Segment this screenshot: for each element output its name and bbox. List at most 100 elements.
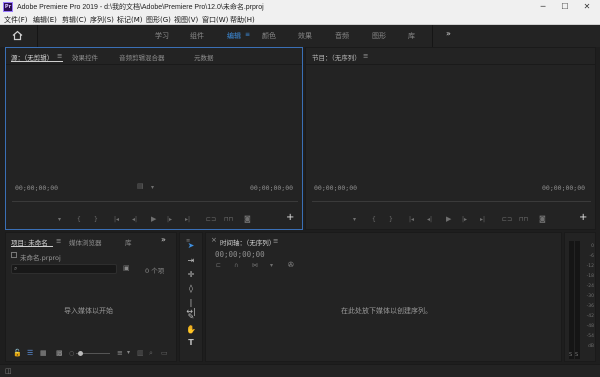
menu-help[interactable]: 帮助(H) bbox=[230, 15, 255, 25]
camera-icon[interactable]: ◙ bbox=[539, 215, 546, 223]
mark-out-icon[interactable]: } bbox=[389, 216, 393, 223]
source-timecode-current[interactable]: 00;00;00;00 bbox=[15, 184, 58, 192]
go-to-in-icon[interactable]: |◂ bbox=[409, 216, 414, 223]
time-ruler[interactable] bbox=[312, 201, 591, 202]
insert-icon[interactable]: ⊏⊐ bbox=[206, 216, 216, 223]
find-icon[interactable]: ⌕ bbox=[149, 349, 153, 358]
add-button-source[interactable]: + bbox=[286, 212, 294, 223]
snap-icon[interactable]: ∩ bbox=[234, 262, 238, 269]
overwrite-icon[interactable]: ⊓⊓ bbox=[224, 216, 233, 223]
razor-tool-icon[interactable]: ◊ bbox=[185, 284, 197, 293]
zoom-out-icon[interactable]: ○ bbox=[69, 350, 74, 357]
lock-icon[interactable]: 🔓 bbox=[13, 349, 22, 357]
sort-icon[interactable]: ≡ bbox=[117, 349, 123, 357]
panel-menu-icon[interactable]: ≡ bbox=[57, 52, 62, 60]
project-search-input[interactable]: ⌕ bbox=[11, 264, 117, 274]
go-to-out-icon[interactable]: ▸| bbox=[185, 216, 190, 223]
timeline-panel: × 时间轴：（无序列） ≡ 00;00;00;00 ⊏ ∩ ⋈ ▾ ✇ 在此处放… bbox=[205, 232, 562, 362]
zoom-slider-handle[interactable] bbox=[78, 351, 83, 356]
add-button-program[interactable]: + bbox=[579, 212, 587, 223]
solo-left-button[interactable]: S bbox=[569, 352, 572, 358]
tab-audio-clip-mixer[interactable]: 音频剪辑混合器 bbox=[119, 52, 165, 62]
film-icon[interactable]: ▤ bbox=[137, 182, 144, 190]
linked-selection-icon[interactable]: ⋈ bbox=[252, 262, 258, 269]
add-marker-icon[interactable]: ▾ bbox=[58, 216, 61, 223]
pen-tool-icon[interactable]: ✎ bbox=[185, 312, 197, 321]
tab-metadata[interactable]: 元数据 bbox=[194, 52, 214, 62]
panel-menu-icon[interactable]: ≡ bbox=[273, 237, 278, 245]
add-marker-icon[interactable]: ▾ bbox=[353, 216, 356, 223]
status-icon[interactable]: ◫ bbox=[5, 367, 12, 375]
workspace-tab-libraries[interactable]: 库 bbox=[408, 31, 415, 41]
play-icon[interactable]: ▶ bbox=[446, 215, 451, 223]
tab-program[interactable]: 节目：（无序列） bbox=[312, 52, 361, 62]
insert-sequence-icon[interactable]: ⊏ bbox=[216, 262, 221, 269]
dropdown-icon[interactable]: ▾ bbox=[151, 184, 154, 191]
close-tab-icon[interactable]: × bbox=[211, 236, 217, 244]
workspace-more-button[interactable]: » bbox=[446, 29, 451, 38]
panel-more-button[interactable]: » bbox=[161, 235, 166, 244]
menu-graphics[interactable]: 图形(G) bbox=[146, 15, 171, 25]
camera-icon[interactable]: ◙ bbox=[244, 215, 251, 223]
step-back-icon[interactable]: ◂| bbox=[132, 216, 137, 223]
new-bin-search-icon[interactable]: ▣ bbox=[123, 264, 130, 272]
tab-media-browser[interactable]: 媒体浏览器 bbox=[69, 237, 102, 247]
workspace-tab-editing[interactable]: 编辑 bbox=[227, 31, 241, 41]
lift-icon[interactable]: ⊏⊐ bbox=[502, 216, 512, 223]
step-back-icon[interactable]: ◂| bbox=[427, 216, 432, 223]
workspace-tab-assembly[interactable]: 组件 bbox=[190, 31, 204, 41]
empty-project-message[interactable]: 导入媒体以开始 bbox=[64, 306, 113, 316]
tab-libraries[interactable]: 库 bbox=[125, 237, 132, 247]
mark-out-icon[interactable]: } bbox=[94, 216, 98, 223]
program-timecode-current[interactable]: 00;00;00;00 bbox=[314, 184, 357, 192]
menu-sequence[interactable]: 序列(S) bbox=[90, 15, 114, 25]
solo-right-button[interactable]: S bbox=[575, 352, 578, 358]
workspace-tab-learn[interactable]: 学习 bbox=[155, 31, 169, 41]
step-forward-icon[interactable]: |▸ bbox=[462, 216, 467, 223]
track-select-tool-icon[interactable]: ⇥ bbox=[185, 256, 197, 265]
minimize-button[interactable]: ─ bbox=[532, 0, 554, 14]
menu-window[interactable]: 窗口(W) bbox=[202, 15, 228, 25]
type-tool-icon[interactable]: T bbox=[185, 338, 197, 347]
panel-menu-icon[interactable]: ≡ bbox=[56, 237, 61, 245]
timeline-timecode[interactable]: 00;00;00;00 bbox=[215, 250, 265, 259]
automate-to-sequence-icon[interactable]: ▥ bbox=[137, 349, 144, 357]
menu-edit[interactable]: 编辑(E) bbox=[33, 15, 57, 25]
menu-marker[interactable]: 标记(M) bbox=[117, 15, 143, 25]
selection-tool-icon[interactable]: ➤ bbox=[185, 241, 197, 250]
new-bin-icon[interactable]: ▭ bbox=[161, 349, 168, 357]
go-to-out-icon[interactable]: ▸| bbox=[480, 216, 485, 223]
mark-in-icon[interactable]: { bbox=[77, 216, 81, 223]
meter-label-42: -42 bbox=[586, 314, 594, 319]
add-marker-icon[interactable]: ▾ bbox=[270, 262, 273, 269]
tab-effect-controls[interactable]: 效果控件 bbox=[72, 52, 98, 62]
hand-tool-icon[interactable]: ✋ bbox=[185, 325, 197, 334]
time-ruler[interactable] bbox=[12, 201, 298, 202]
freeform-view-icon[interactable]: ▩ bbox=[56, 349, 63, 357]
icon-view-icon[interactable]: ▦ bbox=[40, 349, 47, 357]
menu-view[interactable]: 视图(V) bbox=[174, 15, 198, 25]
window-title: Adobe Premiere Pro 2019 - d:\我的文档\Adobe\… bbox=[17, 4, 264, 11]
close-button[interactable]: ✕ bbox=[576, 0, 598, 14]
workspace-tab-audio[interactable]: 音频 bbox=[335, 31, 349, 41]
empty-timeline-message[interactable]: 在此处放下媒体以创建序列。 bbox=[341, 306, 432, 316]
workspace-menu-icon[interactable]: ≡ bbox=[245, 31, 250, 38]
panel-menu-icon[interactable]: ≡ bbox=[363, 52, 368, 60]
go-to-in-icon[interactable]: |◂ bbox=[114, 216, 119, 223]
home-icon[interactable] bbox=[12, 30, 23, 41]
sort-dropdown-icon[interactable]: ▾ bbox=[127, 349, 130, 356]
workspace-tab-graphics[interactable]: 图形 bbox=[372, 31, 386, 41]
step-forward-icon[interactable]: |▸ bbox=[167, 216, 172, 223]
menu-clip[interactable]: 剪辑(C) bbox=[62, 15, 86, 25]
workspace-tab-effects[interactable]: 效果 bbox=[298, 31, 312, 41]
mark-in-icon[interactable]: { bbox=[372, 216, 376, 223]
wrench-icon[interactable]: ✇ bbox=[288, 261, 294, 269]
extract-icon[interactable]: ⊓⊓ bbox=[519, 216, 528, 223]
tab-timeline[interactable]: 时间轴：（无序列） bbox=[220, 237, 275, 247]
ripple-edit-tool-icon[interactable]: ✛ bbox=[185, 270, 197, 279]
maximize-button[interactable]: ☐ bbox=[554, 0, 576, 14]
play-icon[interactable]: ▶ bbox=[151, 215, 156, 223]
list-view-icon[interactable]: ☰ bbox=[27, 349, 33, 357]
workspace-tab-color[interactable]: 颜色 bbox=[262, 31, 276, 41]
menu-file[interactable]: 文件(F) bbox=[4, 15, 28, 25]
